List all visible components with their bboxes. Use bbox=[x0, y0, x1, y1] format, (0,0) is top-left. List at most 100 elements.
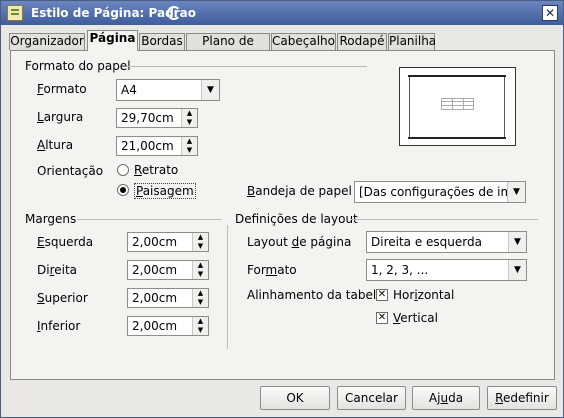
horizontal-label[interactable]: Horizontal bbox=[393, 288, 454, 302]
width-label-rest: argura bbox=[43, 110, 84, 124]
numbering-format-label-b: ato bbox=[277, 263, 297, 277]
vertical-checkbox[interactable]: ✕ bbox=[376, 312, 388, 324]
help-button[interactable]: Ajuda bbox=[412, 386, 480, 410]
paper-tray-label-rest: andeja de papel bbox=[255, 184, 352, 198]
down-arrow-icon: ▼ bbox=[197, 326, 204, 334]
margins-divider bbox=[77, 219, 221, 220]
tab-rodape[interactable]: Rodapé bbox=[337, 33, 387, 50]
down-arrow-icon: ▼ bbox=[197, 298, 204, 306]
up-arrow-icon: ▲ bbox=[197, 261, 204, 269]
chevron-down-icon: ▼ bbox=[201, 80, 219, 100]
top-margin-value: 2,00cm bbox=[132, 291, 178, 305]
top-margin-spin-buttons[interactable]: ▲ ▼ bbox=[192, 289, 208, 307]
numbering-format-label: Formato bbox=[247, 263, 297, 277]
height-spin-buttons[interactable]: ▲ ▼ bbox=[181, 137, 197, 155]
landscape-radio[interactable] bbox=[117, 184, 129, 196]
layout-divider bbox=[351, 219, 538, 220]
bottom-margin-spin-buttons[interactable]: ▲ ▼ bbox=[192, 317, 208, 335]
left-margin-spin-buttons[interactable]: ▲ ▼ bbox=[192, 233, 208, 251]
cancel-button[interactable]: Cancelar bbox=[337, 386, 406, 410]
tab-pagina[interactable]: Página bbox=[87, 30, 138, 51]
down-arrow-icon: ▼ bbox=[197, 270, 204, 278]
page-layout-label-a: Layout bbox=[247, 235, 292, 249]
portrait-label[interactable]: Retrato bbox=[134, 163, 178, 177]
horizontal-label-a: Hor bbox=[393, 288, 415, 302]
tab-planilha[interactable]: Planilha bbox=[388, 33, 436, 50]
left-margin-label-rest: squerda bbox=[44, 235, 94, 249]
swirl-icon bbox=[167, 6, 181, 20]
tab-cabecalho[interactable]: Cabeçalho bbox=[271, 33, 336, 50]
page-preview bbox=[399, 67, 516, 146]
bottom-margin-label-rest: nferior bbox=[40, 319, 81, 333]
page-layout-label: Layout de página bbox=[247, 235, 352, 249]
landscape-label[interactable]: Paisagem bbox=[134, 183, 196, 199]
width-spin-buttons[interactable]: ▲ ▼ bbox=[181, 109, 197, 127]
orientation-label: Orientação bbox=[37, 164, 104, 178]
preview-header-line bbox=[408, 75, 506, 77]
ok-button[interactable]: OK bbox=[260, 386, 330, 410]
up-arrow-icon: ▲ bbox=[186, 109, 193, 117]
right-margin-stepper[interactable]: 2,00cm ▲ ▼ bbox=[127, 260, 209, 280]
down-arrow-icon: ▼ bbox=[186, 118, 193, 126]
portrait-label-rest: etrato bbox=[141, 163, 179, 177]
vertical-label[interactable]: Vertical bbox=[393, 311, 438, 325]
reset-label-rest: edefinir bbox=[502, 391, 549, 405]
format-label-rest: ormato bbox=[43, 82, 87, 96]
top-margin-label: Superior bbox=[37, 291, 88, 305]
chevron-down-icon: ▼ bbox=[508, 232, 526, 252]
height-value: 21,00cm bbox=[121, 139, 174, 153]
page-style-dialog: Estilo de Página: Padrao ✕ Organizador P… bbox=[0, 0, 564, 418]
up-arrow-icon: ▲ bbox=[197, 233, 204, 241]
table-alignment-label: Alinhamento da tabela bbox=[247, 288, 384, 302]
chevron-down-icon: ▼ bbox=[508, 260, 526, 280]
help-label-a: Aj bbox=[428, 391, 441, 405]
page-layout-value: Direita e esquerda bbox=[371, 235, 482, 249]
format-select[interactable]: A4 ▼ bbox=[116, 79, 220, 101]
format-select-value: A4 bbox=[121, 83, 137, 97]
numbering-format-select[interactable]: 1, 2, 3, ... ▼ bbox=[366, 259, 527, 281]
portrait-radio[interactable] bbox=[117, 164, 129, 176]
horizontal-checkbox[interactable]: ✕ bbox=[376, 289, 388, 301]
height-stepper[interactable]: 21,00cm ▲ ▼ bbox=[116, 136, 198, 156]
right-margin-value: 2,00cm bbox=[132, 263, 178, 277]
down-arrow-icon: ▼ bbox=[197, 242, 204, 250]
paper-format-title: Formato do papel bbox=[25, 59, 131, 73]
up-arrow-icon: ▲ bbox=[186, 137, 193, 145]
tab-organizador[interactable]: Organizador bbox=[9, 33, 85, 50]
left-margin-stepper[interactable]: 2,00cm ▲ ▼ bbox=[127, 232, 209, 252]
title-bar[interactable]: Estilo de Página: Padrao ✕ bbox=[1, 1, 563, 25]
paper-tray-label: Bandeja de papel bbox=[247, 184, 352, 198]
top-margin-stepper[interactable]: 2,00cm ▲ ▼ bbox=[127, 288, 209, 308]
help-label-b: da bbox=[448, 391, 464, 405]
close-button[interactable]: ✕ bbox=[542, 5, 558, 21]
page-layout-select[interactable]: Direita e esquerda ▼ bbox=[366, 231, 527, 253]
bottom-margin-label: Inferior bbox=[37, 319, 81, 333]
landscape-label-rest: aisagem bbox=[142, 184, 194, 198]
bottom-margin-value: 2,00cm bbox=[132, 319, 178, 333]
left-margin-value: 2,00cm bbox=[132, 235, 178, 249]
right-margin-label-b: eita bbox=[54, 263, 78, 277]
tab-bordas[interactable]: Bordas bbox=[139, 33, 185, 50]
numbering-format-value: 1, 2, 3, ... bbox=[371, 263, 429, 277]
document-style-icon bbox=[7, 5, 23, 21]
horizontal-label-b: zontal bbox=[417, 288, 455, 302]
paper-tray-select[interactable]: [Das configurações de impr ▼ bbox=[354, 181, 526, 203]
left-margin-label: Esquerda bbox=[37, 235, 94, 249]
tab-plano-de-fundo[interactable]: Plano de fundo bbox=[186, 33, 270, 63]
width-value: 29,70cm bbox=[121, 111, 174, 125]
height-label-rest: ltura bbox=[45, 138, 74, 152]
width-stepper[interactable]: 29,70cm ▲ ▼ bbox=[116, 108, 198, 128]
reset-button[interactable]: Redefinir bbox=[487, 386, 557, 410]
paper-tray-value: [Das configurações de impr bbox=[359, 185, 525, 199]
bottom-margin-stepper[interactable]: 2,00cm ▲ ▼ bbox=[127, 316, 209, 336]
right-margin-spin-buttons[interactable]: ▲ ▼ bbox=[192, 261, 208, 279]
section-separator bbox=[227, 225, 228, 349]
right-margin-label-a: Di bbox=[37, 263, 50, 277]
up-arrow-icon: ▲ bbox=[197, 289, 204, 297]
page-layout-label-b: e página bbox=[299, 235, 352, 249]
height-label: Altura bbox=[37, 138, 74, 152]
top-margin-label-rest: uperior bbox=[44, 291, 88, 305]
chevron-down-icon: ▼ bbox=[507, 182, 525, 202]
up-arrow-icon: ▲ bbox=[197, 317, 204, 325]
right-margin-label: Direita bbox=[37, 263, 78, 277]
